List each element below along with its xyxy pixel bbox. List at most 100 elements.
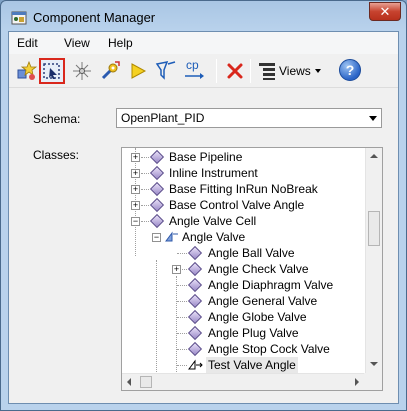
scroll-left-icon[interactable] bbox=[127, 378, 131, 386]
class-icon bbox=[149, 197, 165, 213]
play-icon bbox=[131, 63, 147, 79]
chevron-down-icon bbox=[369, 116, 377, 121]
tree-guide bbox=[177, 285, 187, 286]
help-icon[interactable]: ? bbox=[339, 59, 361, 81]
component-manager-window: Component Manager ✕ Edit View Help cp Vi… bbox=[0, 0, 407, 411]
tree-guide bbox=[177, 253, 187, 254]
collapse-icon[interactable]: − bbox=[131, 217, 140, 226]
new-class-button[interactable] bbox=[13, 58, 39, 84]
tree-item[interactable]: Angle Stop Cock Valve bbox=[122, 341, 365, 357]
hierarchy-icon bbox=[259, 63, 275, 80]
tree-item-label: Inline Instrument bbox=[169, 166, 258, 180]
expand-icon[interactable]: + bbox=[172, 265, 181, 274]
scroll-up-icon[interactable] bbox=[370, 154, 378, 158]
menu-edit[interactable]: Edit bbox=[17, 36, 38, 50]
class-icon bbox=[187, 325, 203, 341]
window-title: Component Manager bbox=[33, 10, 156, 25]
expand-icon[interactable]: + bbox=[131, 169, 140, 178]
classes-label: Classes: bbox=[33, 148, 80, 162]
scroll-thumb[interactable] bbox=[368, 211, 380, 246]
close-icon: ✕ bbox=[379, 4, 391, 19]
tree-item[interactable]: Angle Globe Valve bbox=[122, 309, 365, 325]
scroll-down-icon[interactable] bbox=[370, 362, 378, 366]
class-icon bbox=[187, 341, 203, 357]
filter-button[interactable] bbox=[153, 58, 179, 84]
tree-item[interactable]: − Angle Valve bbox=[122, 229, 365, 245]
tree-item[interactable]: − Angle Valve Cell bbox=[122, 213, 365, 229]
schema-label: Schema: bbox=[33, 112, 81, 126]
tree-item[interactable]: Angle Diaphragm Valve bbox=[122, 277, 365, 293]
tree-item-label: Angle Valve Cell bbox=[169, 214, 257, 228]
class-icon bbox=[187, 261, 203, 277]
menu-view[interactable]: View bbox=[64, 36, 90, 50]
class-icon bbox=[187, 309, 203, 325]
menu-bar: Edit View Help bbox=[9, 32, 398, 54]
class-icon bbox=[187, 277, 203, 293]
classes-tree[interactable]: + Base Pipeline + Inline Instrument + Ba… bbox=[121, 147, 383, 391]
delete-button[interactable] bbox=[222, 58, 248, 84]
menu-help[interactable]: Help bbox=[108, 36, 133, 50]
tree-guide bbox=[177, 349, 187, 350]
tree-guide bbox=[177, 301, 187, 302]
schema-select[interactable]: OpenPlant_PID bbox=[116, 108, 382, 128]
tree-guide bbox=[182, 269, 187, 270]
tree-guide bbox=[141, 221, 149, 222]
views-dropdown[interactable]: Views bbox=[279, 60, 321, 82]
class-icon bbox=[149, 213, 165, 229]
sparkle-icon bbox=[73, 62, 91, 80]
tree-item[interactable]: + Base Pipeline bbox=[122, 149, 365, 165]
sparkle-button[interactable] bbox=[69, 58, 95, 84]
tree-guide bbox=[177, 317, 187, 318]
tree-item[interactable]: Angle Plug Valve bbox=[122, 325, 365, 341]
tree-item-label: Angle Valve bbox=[182, 230, 246, 244]
toolbar: cp Views ? bbox=[9, 54, 398, 88]
tree-item[interactable]: + Angle Check Valve bbox=[122, 261, 365, 277]
copy-button[interactable]: cp bbox=[181, 58, 211, 84]
tree-guide bbox=[141, 189, 149, 190]
tree-item[interactable]: Angle General Valve bbox=[122, 293, 365, 309]
hierarchy-button[interactable] bbox=[255, 58, 281, 84]
tree-item-label: Angle Diaphragm Valve bbox=[208, 278, 334, 292]
tree-item[interactable]: + Inline Instrument bbox=[122, 165, 365, 181]
toolbar-separator bbox=[250, 59, 251, 83]
vertical-scrollbar[interactable] bbox=[365, 148, 382, 374]
wrench-icon bbox=[101, 61, 120, 80]
tree-item-label: Angle Check Valve bbox=[208, 262, 309, 276]
tree-item-label: Test Valve Angle bbox=[206, 357, 298, 373]
scroll-corner bbox=[364, 373, 382, 390]
delete-icon bbox=[227, 63, 243, 79]
tree-guide bbox=[177, 365, 187, 366]
svg-text:cp: cp bbox=[186, 59, 199, 72]
tree-item-label: Angle Globe Valve bbox=[208, 310, 307, 324]
tree-item[interactable]: + Base Control Valve Angle bbox=[122, 197, 365, 213]
schema-value: OpenPlant_PID bbox=[121, 111, 205, 125]
tree-item[interactable]: Angle Ball Valve bbox=[122, 245, 365, 261]
app-icon bbox=[11, 10, 27, 26]
class-icon bbox=[149, 181, 165, 197]
toolbar-separator bbox=[216, 59, 217, 83]
tree-guide bbox=[141, 173, 149, 174]
tree-item[interactable]: + Base Fitting InRun NoBreak bbox=[122, 181, 365, 197]
class-icon bbox=[149, 149, 165, 165]
tree-item-label: Angle Stop Cock Valve bbox=[208, 342, 330, 356]
expand-icon[interactable]: + bbox=[131, 153, 140, 162]
tree-guide bbox=[141, 205, 149, 206]
select-button[interactable] bbox=[39, 58, 65, 84]
expand-icon[interactable]: + bbox=[131, 201, 140, 210]
tree-item-selected[interactable]: Test Valve Angle bbox=[122, 357, 365, 373]
collapse-icon[interactable]: − bbox=[152, 233, 161, 242]
play-button[interactable] bbox=[125, 58, 151, 84]
close-button[interactable]: ✕ bbox=[369, 2, 401, 21]
client-area: Edit View Help cp Views ? Schema: OpenPl… bbox=[8, 31, 399, 404]
tree-guide bbox=[177, 333, 187, 334]
title-bar[interactable]: Component Manager ✕ bbox=[1, 1, 406, 33]
expand-icon[interactable]: + bbox=[131, 185, 140, 194]
scroll-right-icon[interactable] bbox=[355, 378, 359, 386]
copy-icon: cp bbox=[185, 59, 204, 79]
views-label: Views bbox=[279, 64, 311, 78]
new-class-icon bbox=[17, 60, 37, 80]
horizontal-scrollbar[interactable] bbox=[122, 373, 365, 390]
tree-item-label: Base Fitting InRun NoBreak bbox=[169, 182, 318, 196]
scroll-thumb[interactable] bbox=[140, 376, 152, 388]
wrench-button[interactable] bbox=[97, 58, 123, 84]
